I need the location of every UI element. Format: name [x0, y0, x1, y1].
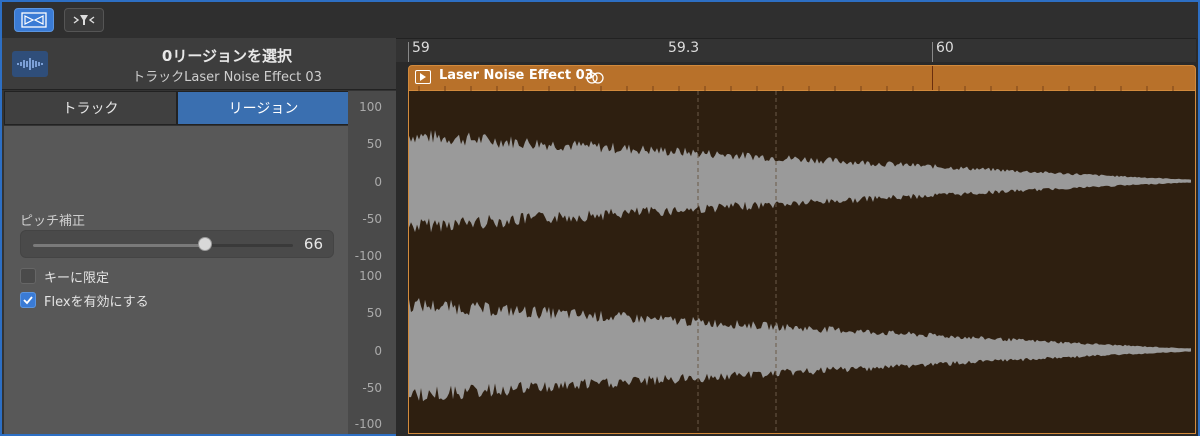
region-inspector-body: ピッチ補正 66 キーに限定 Flexを有効にする: [4, 126, 350, 434]
audio-region-header[interactable]: Laser Noise Effect 03: [408, 65, 1196, 91]
waveform-editor[interactable]: [408, 91, 1196, 434]
scale-label: -100: [354, 249, 382, 263]
limit-to-key-checkbox[interactable]: [20, 268, 36, 284]
scale-label: 0: [374, 344, 382, 358]
filter-button[interactable]: [64, 8, 104, 32]
catch-flex-icon: [21, 12, 47, 28]
ruler-label: 59: [412, 40, 430, 56]
ruler-tick: [408, 42, 409, 62]
limit-to-key-row[interactable]: キーに限定: [20, 266, 109, 286]
waveform-display[interactable]: [409, 91, 1195, 433]
inspector-panel: 0リージョンを選択 トラックLaser Noise Effect 03 トラック…: [0, 38, 396, 436]
ruler-label: 59.3: [668, 40, 700, 56]
tab-region[interactable]: リージョン: [177, 91, 350, 125]
limit-to-key-label: キーに限定: [44, 270, 110, 286]
waveform-icon: [12, 51, 48, 77]
pitch-correction-label: ピッチ補正: [20, 214, 86, 229]
pitch-correction-value: 66: [303, 235, 323, 253]
checkmark-icon: [23, 296, 33, 305]
enable-flex-checkbox[interactable]: [20, 292, 36, 308]
scale-label: 50: [366, 137, 382, 151]
scale-label: -100: [354, 417, 382, 431]
amplitude-scale: 100 50 0 -50 -100 100 50 0 -50 -100: [348, 91, 396, 434]
scale-label: 50: [366, 306, 382, 320]
track-name-subtitle: トラックLaser Noise Effect 03: [132, 70, 322, 85]
scale-label: 100: [359, 100, 382, 114]
ruler-label: 60: [936, 40, 954, 56]
inspector-tabs: トラック リージョン: [4, 91, 350, 125]
enable-flex-label: Flexを有効にする: [44, 294, 149, 310]
selection-title: 0リージョンを選択: [161, 47, 293, 65]
playhead-marker: [932, 66, 933, 90]
timeline-ruler[interactable]: 59 59.3 60: [396, 38, 1200, 62]
scale-label: 100: [359, 269, 382, 283]
slider-fill: [33, 244, 205, 247]
toolbar: [0, 0, 1200, 38]
catch-flex-button[interactable]: [14, 8, 54, 32]
scale-label: -50: [362, 212, 382, 226]
filter-funnel-icon: [73, 15, 95, 25]
inspector-header: 0リージョンを選択 トラックLaser Noise Effect 03: [2, 38, 396, 90]
enable-flex-row[interactable]: Flexを有効にする: [20, 290, 149, 310]
scale-label: 0: [374, 175, 382, 189]
region-name: Laser Noise Effect 03: [439, 68, 594, 83]
tab-track[interactable]: トラック: [4, 91, 177, 125]
scale-label: -50: [362, 381, 382, 395]
window-edge: [1196, 38, 1200, 436]
ruler-tick: [932, 42, 933, 62]
pitch-correction-slider[interactable]: 66: [20, 230, 334, 258]
slider-track[interactable]: [33, 244, 293, 247]
slider-thumb[interactable]: [197, 237, 212, 251]
